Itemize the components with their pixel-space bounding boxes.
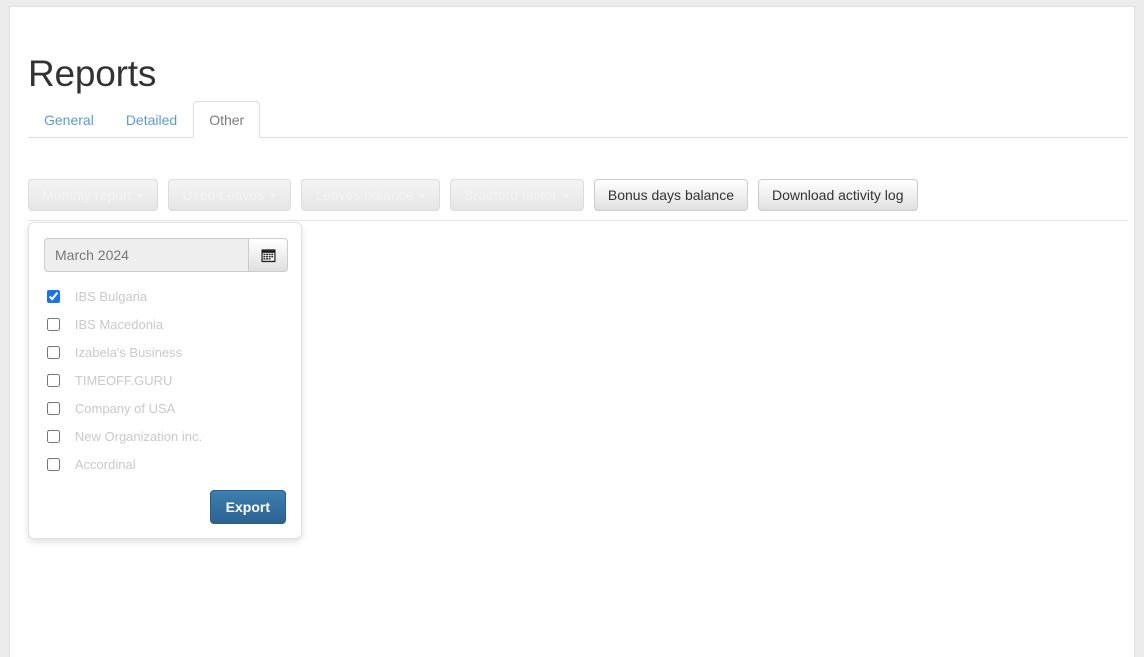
list-item[interactable]: Accordinal — [44, 451, 286, 479]
company-label: IBS Macedonia — [74, 317, 164, 332]
company-checkbox-izabelas-business[interactable] — [47, 346, 60, 359]
list-item[interactable]: Company of USA — [44, 395, 286, 423]
chevron-down-icon — [269, 194, 278, 198]
company-checkbox-ibs-bulgaria[interactable] — [47, 290, 60, 303]
month-input[interactable] — [44, 238, 256, 272]
company-label: Izabela's Business — [74, 345, 183, 360]
download-activity-log-button[interactable]: Download activity log — [757, 179, 918, 211]
list-item[interactable]: Izabela's Business — [44, 339, 286, 367]
used-leaves-button[interactable]: Used Leaves — [168, 179, 292, 211]
tab-detailed[interactable]: Detailed — [110, 101, 193, 138]
tab-general[interactable]: General — [28, 101, 110, 138]
bonus-days-balance-label: Bonus days balance — [607, 187, 734, 203]
chevron-down-icon — [136, 194, 145, 198]
company-checkbox-accordinal[interactable] — [47, 458, 60, 471]
company-label: IBS Bulgaria — [74, 289, 148, 304]
company-checkbox-list: IBS Bulgaria IBS Macedonia Izabela's Bus… — [44, 283, 286, 479]
calendar-button[interactable] — [248, 238, 288, 272]
monthly-report-button[interactable]: Monthly report — [28, 179, 159, 211]
company-label: New Organization inc. — [74, 429, 203, 444]
bradford-factor-button[interactable]: Bradford factor — [450, 179, 584, 211]
export-panel: IBS Bulgaria IBS Macedonia Izabela's Bus… — [28, 222, 302, 539]
list-item[interactable]: IBS Macedonia — [44, 311, 286, 339]
export-button[interactable]: Export — [209, 490, 286, 524]
leaves-balance-label: Leaves balance — [315, 187, 414, 203]
page-title: Reports — [28, 52, 157, 94]
used-leaves-label: Used Leaves — [182, 187, 265, 203]
company-checkbox-timeoff-guru[interactable] — [47, 374, 60, 387]
chevron-down-icon — [561, 194, 570, 198]
export-footer: Export — [44, 490, 286, 524]
calendar-icon — [260, 247, 276, 263]
company-label: Company of USA — [74, 401, 176, 416]
company-checkbox-company-of-usa[interactable] — [47, 402, 60, 415]
date-picker-group — [44, 238, 288, 272]
app-window: Reports General Detailed Other Monthly r… — [9, 6, 1135, 657]
bradford-factor-label: Bradford factor — [464, 187, 557, 203]
list-item[interactable]: New Organization inc. — [44, 423, 286, 451]
list-item[interactable]: IBS Bulgaria — [44, 283, 286, 311]
chevron-down-icon — [418, 194, 427, 198]
bonus-days-balance-button[interactable]: Bonus days balance — [593, 179, 748, 211]
download-activity-log-label: Download activity log — [771, 187, 904, 203]
list-item[interactable]: TIMEOFF.GURU — [44, 367, 286, 395]
company-label: TIMEOFF.GURU — [74, 373, 173, 388]
company-checkbox-ibs-macedonia[interactable] — [47, 318, 60, 331]
tab-strip: General Detailed Other — [28, 101, 1128, 138]
content-separator — [28, 220, 1128, 221]
leaves-balance-button[interactable]: Leaves balance — [301, 179, 441, 211]
company-label: Accordinal — [74, 457, 136, 472]
company-checkbox-new-organization-inc[interactable] — [47, 430, 60, 443]
tab-other[interactable]: Other — [193, 101, 261, 138]
monthly-report-label: Monthly report — [42, 187, 132, 203]
report-button-row: Monthly report Used Leaves Leaves balanc… — [28, 179, 1128, 211]
